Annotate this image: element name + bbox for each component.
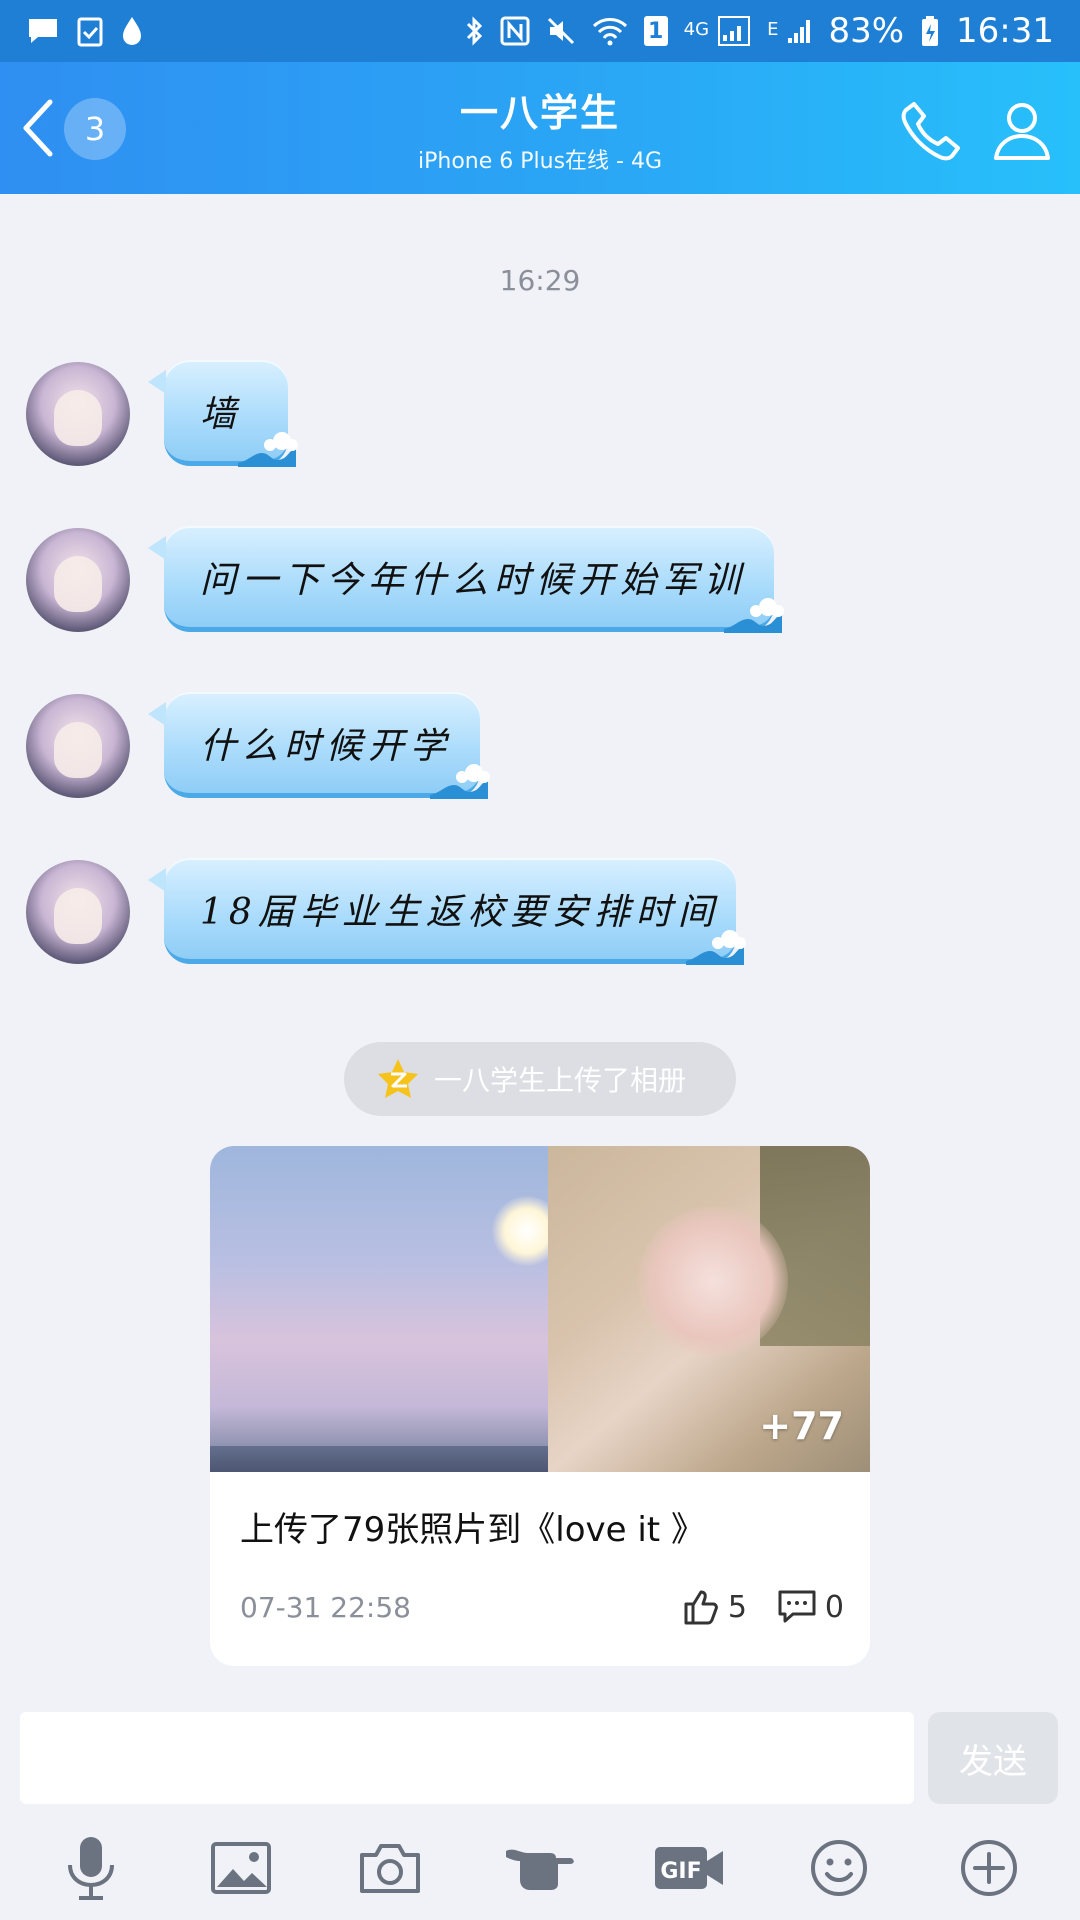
status-bar-right: 1 4G E 83% 16:31 bbox=[464, 11, 1054, 51]
like-button[interactable]: 5 bbox=[682, 1588, 747, 1626]
photo-button[interactable] bbox=[196, 1828, 286, 1908]
network-label-4g: 4G bbox=[683, 19, 710, 40]
avatar[interactable] bbox=[26, 528, 130, 632]
more-button[interactable] bbox=[944, 1828, 1034, 1908]
signal-bars-icon bbox=[786, 17, 812, 45]
chat-header: 3 一八学生 iPhone 6 Plus在线 - 4G bbox=[0, 62, 1080, 194]
camera-button[interactable] bbox=[345, 1828, 435, 1908]
like-count: 5 bbox=[727, 1589, 747, 1625]
album-images: +77 bbox=[210, 1146, 870, 1472]
poke-hand-icon bbox=[502, 1843, 578, 1893]
avatar[interactable] bbox=[26, 362, 130, 466]
gif-button[interactable]: GIF bbox=[645, 1828, 735, 1908]
plus-icon bbox=[959, 1838, 1019, 1898]
bluetooth-icon bbox=[464, 15, 484, 47]
drop-icon bbox=[120, 15, 144, 47]
avatar[interactable] bbox=[26, 694, 130, 798]
message-row: 问一下今年什么时候开始军训 bbox=[0, 526, 1080, 638]
message-input[interactable] bbox=[20, 1712, 914, 1804]
ground-decoration bbox=[210, 1446, 548, 1472]
wave-decoration-icon bbox=[686, 930, 746, 965]
battery-icon bbox=[920, 15, 940, 47]
status-bar-left bbox=[26, 15, 144, 47]
system-notice[interactable]: 一八学生上传了相册 bbox=[344, 1042, 736, 1116]
message-row: 墙 bbox=[0, 360, 1080, 472]
qzone-star-icon bbox=[376, 1057, 420, 1101]
comment-button[interactable]: 0 bbox=[777, 1589, 844, 1625]
image-icon bbox=[210, 1841, 272, 1895]
input-bar: 发送 bbox=[0, 1700, 1080, 1810]
album-photo-sky[interactable] bbox=[210, 1146, 562, 1472]
more-photos-count: +77 bbox=[759, 1404, 844, 1448]
chat-timestamp: 16:29 bbox=[499, 264, 581, 297]
wave-decoration-icon bbox=[430, 764, 490, 799]
voice-button[interactable] bbox=[46, 1828, 136, 1908]
album-meta: 07-31 22:58 5 0 bbox=[240, 1584, 844, 1630]
svg-text:GIF: GIF bbox=[660, 1859, 701, 1884]
wifi-icon bbox=[592, 16, 628, 46]
message-icon bbox=[26, 16, 60, 46]
wave-decoration-icon bbox=[724, 598, 784, 633]
emoji-icon bbox=[809, 1838, 869, 1898]
message-row: 什么时候开学 bbox=[0, 692, 1080, 804]
sim-badge-text: 1 bbox=[648, 18, 664, 44]
clock: 16:31 bbox=[956, 11, 1054, 51]
message-bubble[interactable]: 问一下今年什么时候开始军训 bbox=[148, 526, 784, 633]
message-bubble[interactable]: 18届毕业生返校要安排时间 bbox=[148, 858, 746, 965]
mute-icon bbox=[546, 16, 576, 46]
nfc-icon bbox=[500, 16, 530, 46]
camera-icon bbox=[359, 1841, 421, 1895]
sim-badge: 1 bbox=[643, 16, 668, 46]
message-bubble[interactable]: 什么时候开学 bbox=[148, 692, 490, 799]
task-icon bbox=[76, 15, 104, 47]
poke-button[interactable] bbox=[495, 1828, 585, 1908]
status-bar: 1 4G E 83% 16:31 bbox=[0, 0, 1080, 62]
comment-icon bbox=[777, 1589, 817, 1625]
message-text: 18届毕业生返校要安排时间 bbox=[200, 891, 720, 933]
input-toolbar: GIF bbox=[0, 1828, 1080, 1908]
profile-icon bbox=[990, 98, 1054, 162]
wave-decoration-icon bbox=[238, 432, 298, 467]
system-notice-text: 一八学生上传了相册 bbox=[434, 1064, 687, 1097]
phone-icon bbox=[900, 98, 964, 162]
avatar[interactable] bbox=[26, 860, 130, 964]
message-row: 18届毕业生返校要安排时间 bbox=[0, 858, 1080, 970]
gif-icon: GIF bbox=[653, 1843, 727, 1893]
message-text: 什么时候开学 bbox=[200, 725, 453, 767]
send-button[interactable]: 发送 bbox=[928, 1712, 1058, 1804]
call-button[interactable] bbox=[894, 92, 970, 168]
comment-count: 0 bbox=[824, 1589, 844, 1625]
message-text: 问一下今年什么时候开始军训 bbox=[200, 559, 747, 601]
battery-percent: 83% bbox=[828, 11, 905, 51]
message-bubble[interactable]: 墙 bbox=[148, 360, 298, 467]
signal-icon bbox=[717, 15, 751, 47]
thumbs-up-icon bbox=[682, 1588, 720, 1626]
album-photo-hands[interactable]: +77 bbox=[548, 1146, 870, 1472]
microphone-icon bbox=[63, 1835, 119, 1901]
emoji-button[interactable] bbox=[794, 1828, 884, 1908]
heart-hands-decoration bbox=[638, 1206, 788, 1356]
profile-button[interactable] bbox=[984, 92, 1060, 168]
network-label-e: E bbox=[767, 19, 779, 40]
album-date: 07-31 22:58 bbox=[240, 1590, 411, 1624]
album-card[interactable]: +77 上传了79张照片到《love it 》 07-31 22:58 5 0 bbox=[210, 1146, 870, 1666]
album-title: 上传了79张照片到《love it 》 bbox=[240, 1510, 705, 1550]
